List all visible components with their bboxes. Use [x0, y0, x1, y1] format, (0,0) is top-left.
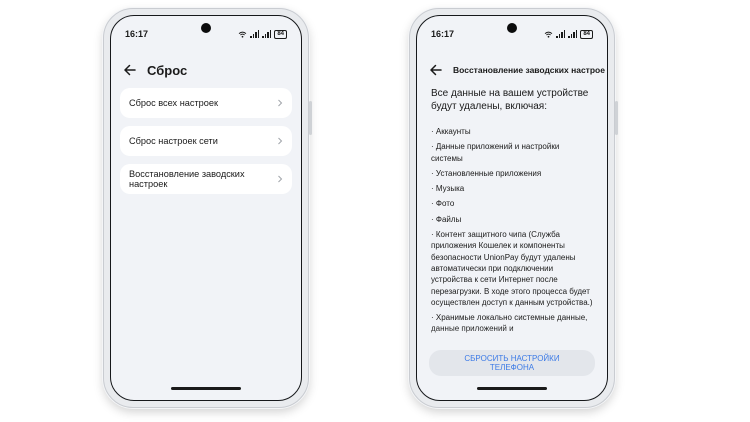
signal-icon: [250, 30, 260, 38]
app-bar: Сброс: [123, 60, 289, 80]
status-icons: 84: [544, 29, 593, 39]
list-item: Фото: [431, 198, 593, 209]
screen-right: 16:17 84 Восстановление заводских настро…: [416, 15, 608, 401]
battery-icon: 84: [580, 29, 593, 39]
phone-left: 16:17 84 Сброс Сброс всех настроек Сброс…: [103, 8, 312, 408]
screen-right-content: 16:17 84 Восстановление заводских настро…: [419, 18, 605, 398]
arrow-left-icon[interactable]: [123, 63, 137, 77]
arrow-left-icon[interactable]: [429, 63, 443, 77]
page-title: Восстановление заводских настроек: [453, 65, 605, 75]
list-item: Данные приложений и настройки системы: [431, 141, 593, 164]
app-bar: Восстановление заводских настроек: [429, 60, 605, 80]
phone-right: 16:17 84 Восстановление заводских настро…: [409, 8, 618, 408]
status-icons: 84: [238, 29, 287, 39]
wifi-icon: [544, 31, 553, 38]
home-indicator[interactable]: [171, 387, 241, 390]
home-indicator[interactable]: [477, 387, 547, 390]
menu-item-reset-network-settings[interactable]: Сброс настроек сети: [120, 126, 292, 156]
status-time: 16:17: [125, 29, 149, 39]
chevron-right-icon: [278, 175, 283, 183]
signal-icon: [568, 30, 578, 38]
menu-item-label: Сброс всех настроек: [129, 98, 219, 108]
list-item: Установленные приложения: [431, 168, 593, 179]
list-item: Контент защитного чипа (Служба приложени…: [431, 229, 593, 308]
menu-item-factory-reset[interactable]: Восстановление заводских настроек: [120, 164, 292, 194]
status-time: 16:17: [431, 29, 455, 39]
reset-phone-button[interactable]: СБРОСИТЬ НАСТРОЙКИ ТЕЛЕФОНА: [429, 350, 595, 376]
menu-item-reset-all-settings[interactable]: Сброс всех настроек: [120, 88, 292, 118]
screen-left: 16:17 84 Сброс Сброс всех настроек Сброс…: [110, 15, 302, 401]
front-camera: [507, 23, 517, 33]
intro-text: Все данные на вашем устройстве будут уда…: [431, 88, 589, 112]
battery-icon: 84: [274, 29, 287, 39]
wifi-icon: [238, 31, 247, 38]
signal-icon: [556, 30, 566, 38]
menu-item-label: Сброс настроек сети: [129, 136, 218, 146]
list-item: Файлы: [431, 214, 593, 225]
list-item: Музыка: [431, 183, 593, 194]
signal-icon: [262, 30, 272, 38]
factory-reset-info: Все данные на вашем устройстве будут уда…: [431, 88, 593, 339]
scroll-fade: [419, 328, 605, 350]
chevron-right-icon: [278, 137, 283, 145]
reset-menu: Сброс всех настроек Сброс настроек сети …: [120, 88, 292, 202]
chevron-right-icon: [278, 99, 283, 107]
menu-item-label: Восстановление заводских настроек: [129, 169, 245, 189]
page-title: Сброс: [147, 62, 188, 78]
list-item: Аккаунты: [431, 126, 593, 137]
front-camera: [201, 23, 211, 33]
screen-left-content: 16:17 84 Сброс Сброс всех настроек Сброс…: [113, 18, 299, 398]
